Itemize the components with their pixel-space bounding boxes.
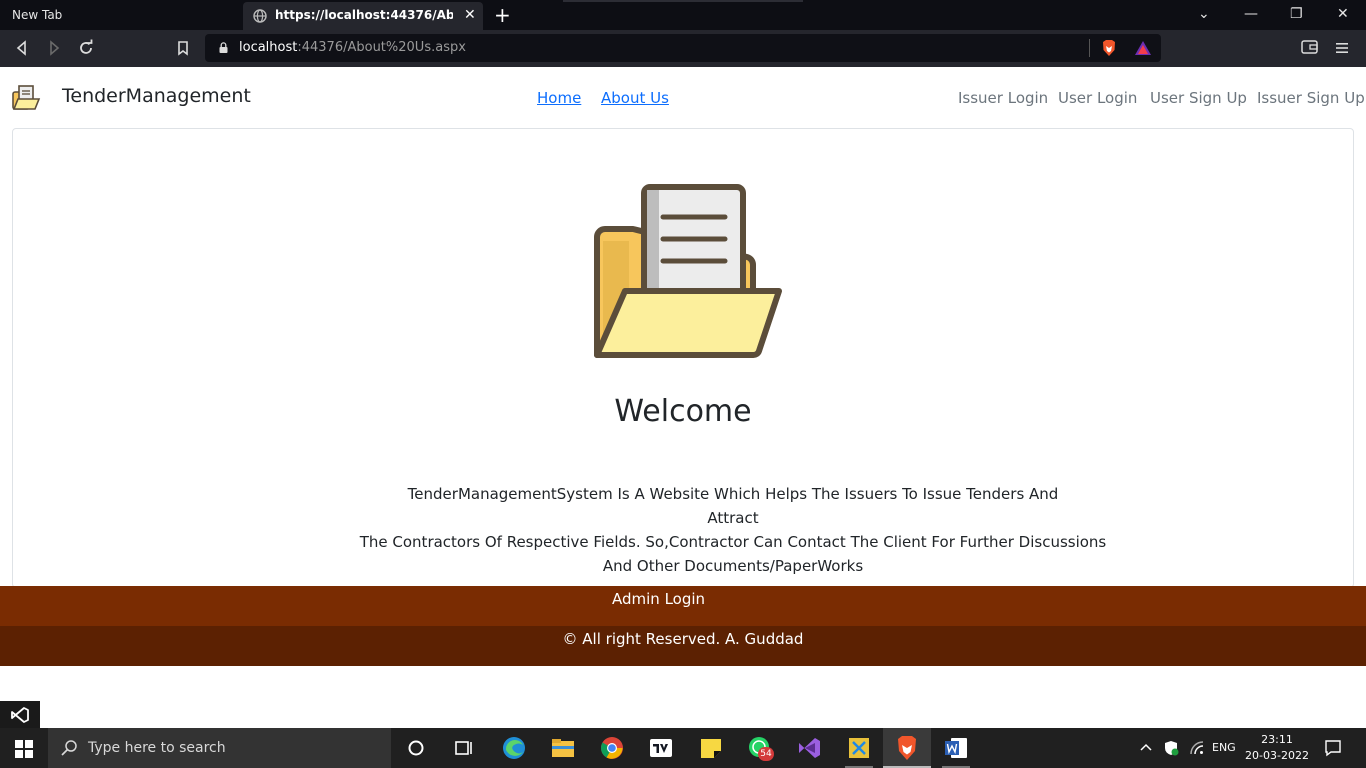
close-window-button[interactable]: ✕ [1337, 4, 1349, 24]
wallet-icon[interactable] [1301, 40, 1318, 54]
reload-icon[interactable] [76, 38, 96, 58]
nav-link-about-us[interactable]: About Us [601, 89, 669, 107]
about-line-2: The Contractors Of Respective Fields. So… [359, 533, 1107, 551]
lock-icon [219, 42, 228, 53]
security-shield-icon[interactable] [1163, 740, 1179, 756]
back-icon[interactable] [12, 38, 32, 58]
welcome-heading: Welcome [614, 394, 752, 429]
chrome-icon[interactable] [598, 734, 626, 762]
brave-rewards-icon[interactable] [1134, 40, 1152, 56]
edge-icon[interactable] [500, 734, 528, 762]
visual-studio-badge[interactable] [0, 701, 40, 728]
browser-tab-bar: New Tab https://localhost:44376/About Us… [0, 0, 1366, 30]
new-tab-button[interactable]: + [494, 3, 511, 27]
word-icon[interactable] [942, 734, 970, 762]
tab-close-icon[interactable]: ✕ [464, 2, 476, 28]
url-text: localhost:44376/About%20Us.aspx [239, 34, 466, 62]
clock-date: 20-03-2022 [1245, 749, 1309, 762]
nav-link-home[interactable]: Home [537, 89, 581, 107]
wifi-icon[interactable] [1189, 740, 1205, 756]
whatsapp-notification-badge: 54 [758, 747, 774, 761]
brave-shields-icon[interactable] [1100, 39, 1118, 57]
snipping-tool-icon[interactable] [845, 734, 873, 762]
chevron-up-icon[interactable] [1140, 742, 1152, 754]
footer-copyright-bar: © All right Reserved. A. Guddad [0, 626, 1366, 666]
footer-admin-bar: Admin Login [0, 586, 1366, 626]
taskbar-search-box[interactable]: Type here to search [48, 728, 391, 768]
tab-strip-indicator [563, 0, 803, 2]
site-navbar: TenderManagement Home About Us Issuer Lo… [0, 67, 1366, 127]
search-placeholder: Type here to search [88, 740, 226, 756]
tab-about-us[interactable]: https://localhost:44376/About Us ✕ [243, 2, 483, 30]
tradingview-icon[interactable] [647, 734, 675, 762]
admin-login-link[interactable]: Admin Login [612, 586, 705, 612]
file-explorer-icon[interactable] [549, 734, 577, 762]
tab-title: https://localhost:44376/About Us [275, 8, 453, 22]
nav-link-user-login[interactable]: User Login [1058, 89, 1137, 107]
brand-name[interactable]: TenderManagement [62, 85, 251, 107]
notifications-icon[interactable] [1324, 739, 1342, 757]
about-line-3: And Other Documents/PaperWorks [602, 557, 864, 575]
web-page: TenderManagement Home About Us Issuer Lo… [0, 67, 1366, 728]
cortana-icon[interactable] [402, 734, 430, 762]
language-indicator[interactable]: ENG [1212, 728, 1236, 768]
bookmark-icon[interactable] [173, 38, 193, 58]
nav-link-issuer-sign-up[interactable]: Issuer Sign Up [1257, 89, 1365, 107]
visual-studio-taskbar-icon[interactable] [795, 734, 823, 762]
nav-link-user-sign-up[interactable]: User Sign Up [1150, 89, 1247, 107]
url-host: localhost [239, 40, 298, 55]
brave-taskbar-button[interactable] [883, 728, 931, 768]
globe-icon [253, 9, 267, 23]
about-card: Welcome TenderManagementSystem Is A Webs… [12, 128, 1354, 588]
address-bar[interactable]: localhost:44376/About%20Us.aspx [205, 34, 1348, 62]
windows-start-icon[interactable] [15, 740, 33, 758]
about-description: TenderManagementSystem Is A Website Whic… [360, 482, 1107, 578]
hamburger-menu-icon[interactable] [1335, 42, 1349, 54]
clock-time: 23:11 [1261, 733, 1293, 746]
omnibox-divider [1089, 39, 1090, 57]
copyright-text: © All right Reserved. A. Guddad [562, 630, 804, 648]
tab-search-chevron-icon[interactable]: ⌄ [1198, 4, 1210, 24]
nav-link-issuer-login[interactable]: Issuer Login [958, 89, 1048, 107]
taskbar-clock[interactable]: 23:11 20-03-2022 [1244, 732, 1310, 764]
minimize-button[interactable]: — [1244, 4, 1258, 24]
about-line-1: TenderManagementSystem Is A Website Whic… [407, 485, 1059, 527]
sticky-notes-icon[interactable] [697, 734, 725, 762]
browser-toolbar: localhost:44376/About%20Us.aspx [0, 30, 1366, 67]
task-view-icon[interactable] [450, 734, 478, 762]
forward-icon[interactable] [44, 38, 64, 58]
open-folder-document-icon [594, 184, 782, 358]
tab-new-tab[interactable]: New Tab [0, 0, 242, 30]
search-icon [61, 740, 77, 756]
restore-button[interactable]: ❐ [1290, 4, 1303, 24]
visual-studio-icon [11, 707, 29, 723]
folder-logo-icon[interactable] [11, 83, 41, 111]
windows-taskbar: Type here to search 54 ENG 23:11 20-03-2… [0, 728, 1366, 768]
brave-taskbar-icon [898, 736, 916, 760]
url-path: :44376/About%20Us.aspx [297, 40, 466, 55]
